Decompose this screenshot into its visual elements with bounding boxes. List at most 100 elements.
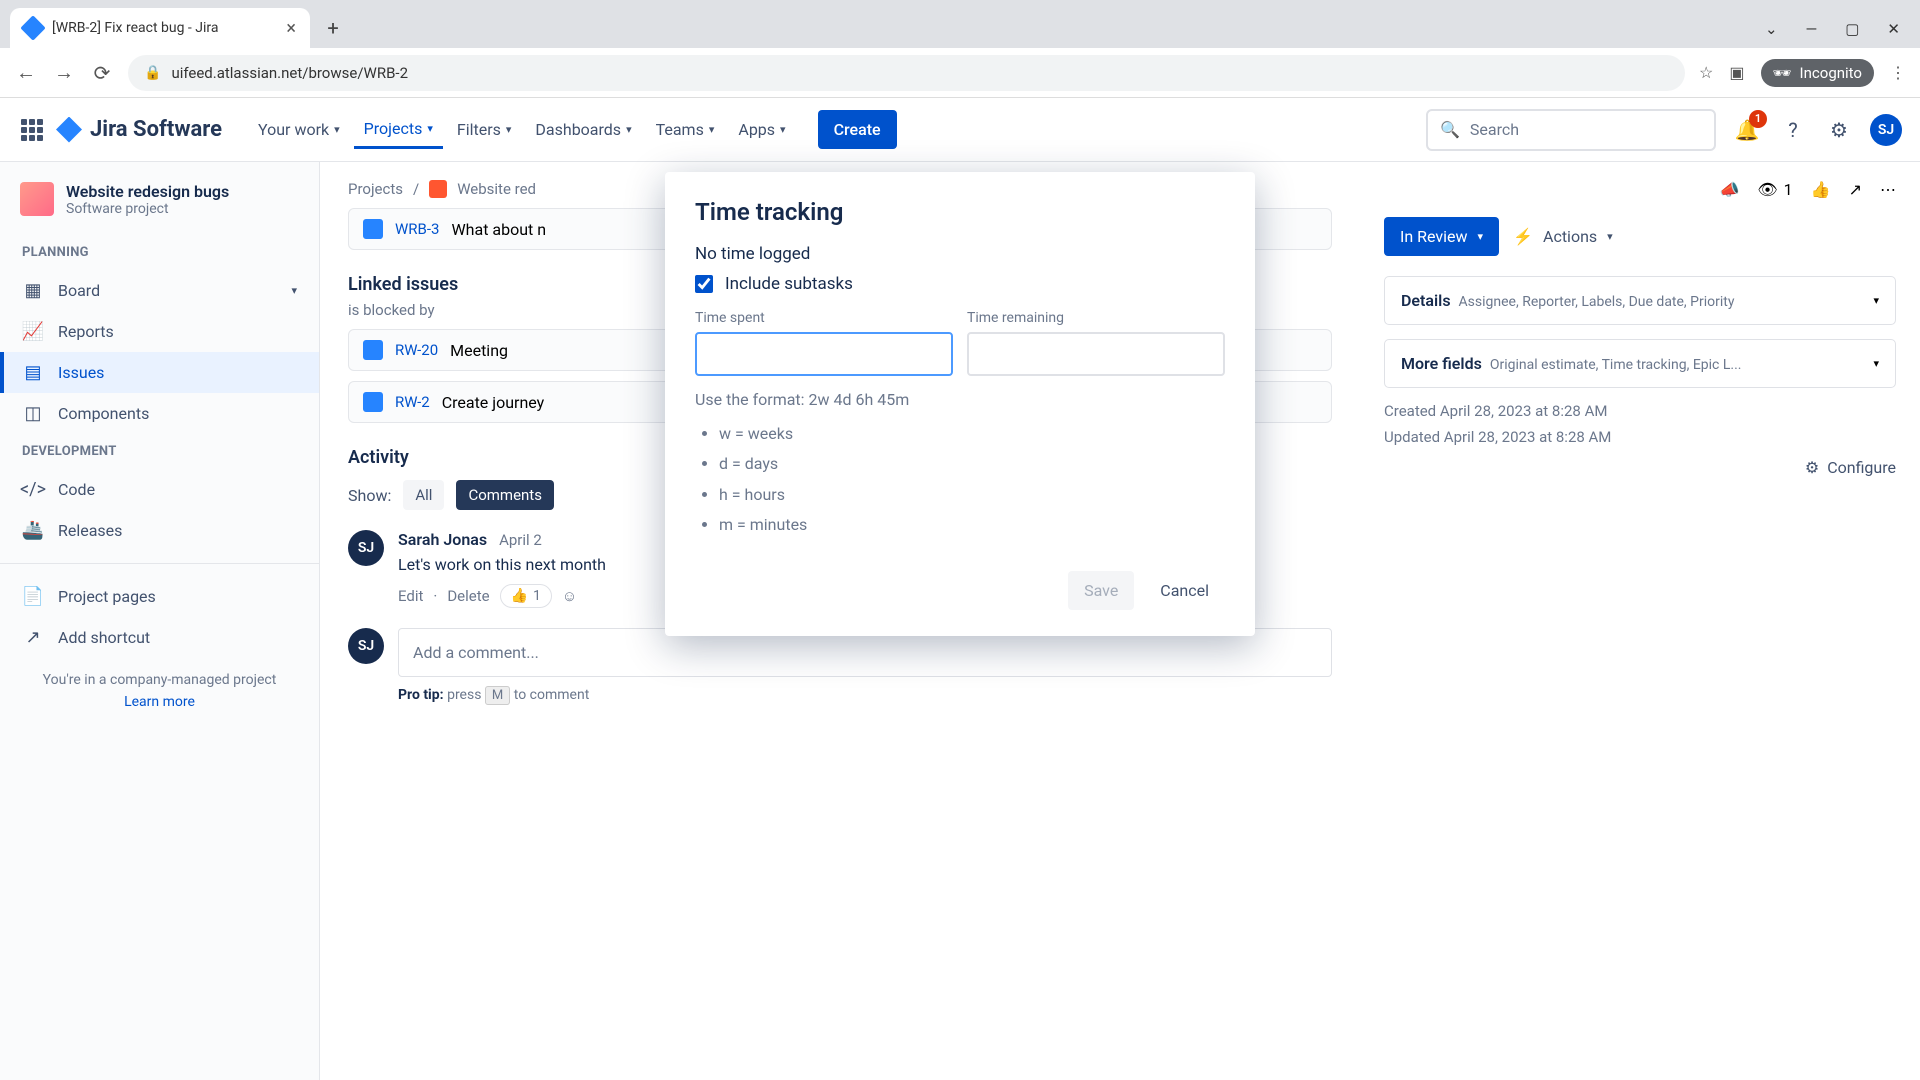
show-label: Show: <box>348 486 391 505</box>
save-button[interactable]: Save <box>1068 571 1134 610</box>
project-header[interactable]: Website redesign bugs Software project <box>0 182 319 235</box>
ship-icon: 🚢 <box>22 520 44 541</box>
format-hint: Use the format: 2w 4d 6h 45m <box>695 390 1225 409</box>
comment-date: April 2 <box>499 531 542 549</box>
avatar[interactable]: SJ <box>1870 114 1902 146</box>
nav-teams[interactable]: Teams▾ <box>646 111 725 149</box>
nav-filters[interactable]: Filters▾ <box>447 111 522 149</box>
pro-tip: Pro tip: press M to comment <box>398 687 1332 703</box>
nav-apps[interactable]: Apps▾ <box>728 111 795 149</box>
watch-button[interactable]: 👁 1 <box>1757 180 1792 199</box>
time-remaining-input[interactable] <box>967 332 1225 376</box>
cancel-button[interactable]: Cancel <box>1144 571 1225 610</box>
page-icon: 📄 <box>22 586 44 607</box>
extensions-icon[interactable]: ▣ <box>1729 63 1744 82</box>
linked-issue-key[interactable]: RW-20 <box>395 341 438 359</box>
reaction-badge[interactable]: 👍 1 <box>500 584 552 608</box>
configure-button[interactable]: ⚙Configure <box>1384 458 1896 477</box>
linked-issue-key[interactable]: RW-2 <box>395 393 430 411</box>
sidebar-item-pages[interactable]: 📄Project pages <box>0 576 319 617</box>
modal-title: Time tracking <box>695 198 1225 226</box>
child-issue-summary: What about n <box>451 220 546 239</box>
jira-logo[interactable]: Jira Software <box>56 117 222 143</box>
more-fields-panel[interactable]: More fieldsOriginal estimate, Time track… <box>1384 339 1896 388</box>
star-icon[interactable]: ☆ <box>1699 63 1713 82</box>
url-text: uifeed.atlassian.net/browse/WRB-2 <box>171 64 408 82</box>
child-issue-key[interactable]: WRB-3 <box>395 220 439 238</box>
project-avatar-icon <box>429 180 447 198</box>
board-icon: ▦ <box>22 280 44 301</box>
sidebar-item-releases[interactable]: 🚢Releases <box>0 510 319 551</box>
incognito-badge[interactable]: 🕶 Incognito <box>1761 59 1875 87</box>
sidebar-footer: You're in a company-managed project Lear… <box>0 658 319 724</box>
like-icon[interactable]: 👍 <box>1811 180 1831 199</box>
nav-projects[interactable]: Projects▾ <box>354 111 443 149</box>
settings-icon[interactable]: ⚙ <box>1824 115 1854 145</box>
browser-menu-icon[interactable]: ⋮ <box>1890 63 1906 82</box>
nav-your-work[interactable]: Your work▾ <box>248 111 350 149</box>
edit-comment[interactable]: Edit <box>398 587 423 605</box>
more-icon[interactable]: ⋯ <box>1880 180 1896 199</box>
status-dropdown[interactable]: In Review▾ <box>1384 217 1499 256</box>
share-icon[interactable]: ↗ <box>1849 180 1862 199</box>
time-spent-input[interactable] <box>695 332 953 376</box>
learn-more-link[interactable]: Learn more <box>20 694 299 710</box>
close-window-icon[interactable]: ✕ <box>1887 20 1900 38</box>
breadcrumb-project-name[interactable]: Website red <box>457 180 536 198</box>
include-subtasks-checkbox[interactable] <box>695 275 713 293</box>
created-date: Created April 28, 2023 at 8:28 AM <box>1384 402 1896 420</box>
actions-dropdown[interactable]: ⚡Actions▾ <box>1513 217 1613 256</box>
sidebar-item-board[interactable]: ▦Board▾ <box>0 270 319 311</box>
tab-comments[interactable]: Comments <box>456 480 554 510</box>
units-list: w = weeks d = days h = hours m = minutes <box>695 419 1225 541</box>
include-subtasks-label[interactable]: Include subtasks <box>725 274 853 294</box>
issue-type-icon <box>363 219 383 239</box>
sidebar: Website redesign bugs Software project P… <box>0 162 320 1080</box>
back-button[interactable]: ← <box>14 61 38 85</box>
chevron-down-icon: ▾ <box>1873 294 1879 307</box>
window-controls: ⌄ — ▢ ✕ <box>1765 20 1920 48</box>
sidebar-item-code[interactable]: </>Code <box>0 469 319 510</box>
issue-right-panel: 📣 👁 1 👍 ↗ ⋯ In Review▾ ⚡Actions▾ Details… <box>1360 162 1920 1080</box>
section-planning: PLANNING <box>0 235 319 270</box>
components-icon: ◫ <box>22 403 44 424</box>
reload-button[interactable]: ⟳ <box>90 61 114 85</box>
sidebar-item-reports[interactable]: 📈Reports <box>0 311 319 352</box>
nav-dashboards[interactable]: Dashboards▾ <box>525 111 641 149</box>
browser-tab[interactable]: [WRB-2] Fix react bug - Jira × <box>10 8 310 48</box>
notifications-icon[interactable]: 🔔1 <box>1732 115 1762 145</box>
sidebar-item-shortcut[interactable]: ↗Add shortcut <box>0 617 319 658</box>
details-panel[interactable]: DetailsAssignee, Reporter, Labels, Due d… <box>1384 276 1896 325</box>
maximize-icon[interactable]: ▢ <box>1845 20 1859 38</box>
issues-icon: ▤ <box>22 362 44 383</box>
close-tab-icon[interactable]: × <box>286 18 296 39</box>
shortcut-icon: ↗ <box>22 627 44 648</box>
comment-author[interactable]: Sarah Jonas <box>398 530 487 549</box>
lock-icon: 🔒 <box>144 65 161 81</box>
delete-comment[interactable]: Delete <box>447 587 489 605</box>
feedback-icon[interactable]: 📣 <box>1719 180 1739 199</box>
help-icon[interactable]: ? <box>1778 115 1808 145</box>
browser-tab-strip: [WRB-2] Fix react bug - Jira × + ⌄ — ▢ ✕ <box>0 0 1920 48</box>
code-icon: </> <box>22 479 44 500</box>
issue-type-icon <box>363 340 383 360</box>
section-development: DEVELOPMENT <box>0 434 319 469</box>
incognito-icon: 🕶 <box>1773 64 1792 82</box>
issue-type-icon <box>363 392 383 412</box>
create-button[interactable]: Create <box>818 110 897 149</box>
url-field[interactable]: 🔒 uifeed.atlassian.net/browse/WRB-2 <box>128 55 1685 91</box>
jira-header: Jira Software Your work▾ Projects▾ Filte… <box>0 98 1920 162</box>
jira-logo-icon <box>56 117 82 143</box>
add-reaction-icon[interactable]: ☺ <box>562 587 577 605</box>
tab-all[interactable]: All <box>403 480 444 510</box>
search-icon: 🔍 <box>1440 120 1460 139</box>
app-switcher-icon[interactable] <box>18 116 46 144</box>
chevron-down-icon[interactable]: ⌄ <box>1765 20 1778 38</box>
forward-button[interactable]: → <box>52 61 76 85</box>
sidebar-item-issues[interactable]: ▤Issues <box>0 352 319 393</box>
minimize-icon[interactable]: — <box>1806 20 1818 38</box>
breadcrumb-projects[interactable]: Projects <box>348 180 403 198</box>
sidebar-item-components[interactable]: ◫Components <box>0 393 319 434</box>
new-tab-button[interactable]: + <box>318 13 348 43</box>
search-input[interactable]: 🔍 Search <box>1426 109 1716 151</box>
